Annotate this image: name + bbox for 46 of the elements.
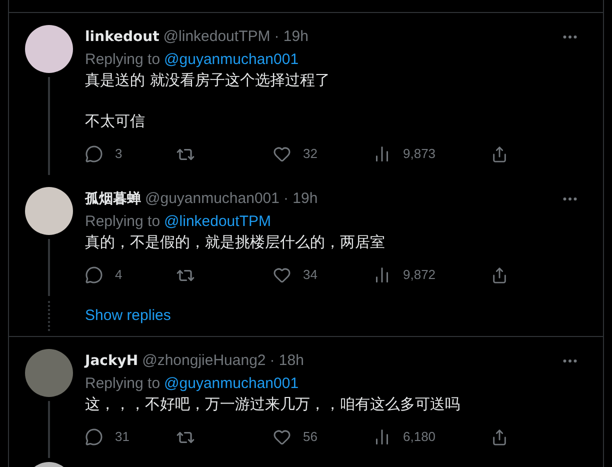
tweet-text: 真是送的 就没看房子这个选择过程了 [85,70,331,91]
heart-icon[interactable] [273,428,291,446]
view-count: 6,180 [403,428,436,446]
thread-line [48,401,50,458]
replying-label: Replying to [85,374,160,394]
reply-icon[interactable] [85,428,103,446]
display-name[interactable]: 孤烟暮蝉 [85,189,141,209]
view-count: 9,873 [403,145,436,164]
views-icon[interactable] [373,266,391,284]
tweet-text: 真的，不是假的，就是挑楼层什么的，两居室 [85,232,386,253]
user-handle[interactable]: @zhongjieHuang2 [142,351,266,371]
reply-icon[interactable] [85,266,103,284]
timestamp[interactable]: · 18h [270,351,304,371]
reply-count: 4 [115,266,122,284]
thread-line [48,239,50,296]
avatar-placeholder[interactable] [25,25,73,73]
avatar-placeholder[interactable] [25,187,73,235]
timestamp[interactable]: · 19h [274,27,308,47]
like-count: 56 [303,428,318,446]
user-handle[interactable]: @guyanmuchan001 [145,189,280,209]
timestamp[interactable]: · 19h [284,189,318,209]
replying-label: Replying to [85,50,160,70]
like-count: 34 [303,266,318,284]
like-count: 32 [303,145,318,164]
tweet-text: 这，，，不好吧，万一游过来几万，，咱有这么多可送吗 [85,394,461,415]
mention-link[interactable]: @guyanmuchan001 [164,373,299,394]
reply-count: 3 [115,145,122,164]
view-count: 9,872 [403,266,436,284]
heart-icon[interactable] [273,145,291,163]
replying-label: Replying to [85,212,160,232]
display-name[interactable]: linkedout [85,27,160,47]
reply-icon[interactable] [85,145,103,163]
user-handle[interactable]: @linkedoutTPM [163,27,270,47]
dotted-thread-line [48,301,50,331]
views-icon[interactable] [373,428,391,446]
reply-count: 31 [115,428,130,446]
mention-link[interactable]: @linkedoutTPM [164,211,271,232]
show-replies-link[interactable]: Show replies [85,304,171,328]
share-icon[interactable] [491,428,508,446]
heart-icon[interactable] [273,266,291,284]
share-icon[interactable] [491,266,508,284]
display-name[interactable]: JackyH [85,351,138,371]
share-icon[interactable] [491,146,508,162]
tweet-text: 不太可信 [85,111,146,132]
views-icon[interactable] [373,145,391,163]
mention-link[interactable]: @guyanmuchan001 [164,49,299,70]
